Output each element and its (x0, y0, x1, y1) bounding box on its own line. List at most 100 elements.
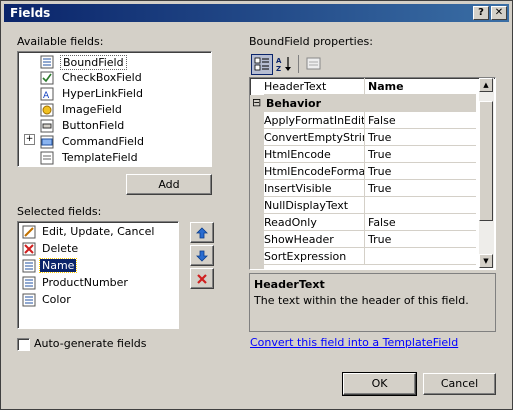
property-value[interactable]: False (368, 114, 396, 127)
property-row[interactable]: HtmlEncodeFormatS True (250, 163, 476, 180)
category-label: Behavior (266, 97, 322, 110)
cancel-button[interactable]: Cancel (423, 373, 496, 395)
grid-divider (364, 231, 365, 248)
selected-field-item[interactable]: Name (20, 258, 170, 274)
selected-field-label: ProductNumber (42, 276, 128, 289)
available-fields-label: Available fields: (17, 35, 104, 48)
property-row[interactable]: ConvertEmptyString True (250, 129, 476, 146)
selected-field-item[interactable]: Edit, Update, Cancel (20, 224, 170, 240)
available-field-label: TemplateField (62, 151, 138, 164)
scroll-up-icon: ▲ (483, 81, 489, 89)
property-value-input[interactable]: Name (368, 80, 404, 93)
available-field-item[interactable]: CheckBoxField (18, 70, 206, 86)
grid-divider (364, 248, 365, 265)
move-down-button[interactable] (190, 245, 214, 266)
property-name: HeaderText (264, 80, 327, 93)
scroll-down-button[interactable]: ▼ (479, 254, 493, 268)
add-button-label: Add (158, 178, 180, 191)
available-field-item[interactable]: + CommandField (18, 134, 206, 150)
property-grid-scrollbar[interactable]: ▲ ▼ (479, 78, 494, 268)
svg-text:A: A (276, 57, 282, 65)
categorized-icon (254, 57, 269, 71)
property-pages-button[interactable] (304, 54, 324, 74)
collapse-icon[interactable]: ⊟ (252, 96, 261, 109)
property-row[interactable]: ShowHeader True (250, 231, 476, 248)
bound-field-icon (40, 55, 54, 69)
scroll-thumb[interactable] (479, 101, 493, 221)
move-up-button[interactable] (190, 222, 214, 243)
property-row[interactable]: ReadOnly False (250, 214, 476, 231)
available-field-label: ImageField (62, 103, 122, 116)
available-field-label: BoundField (60, 55, 127, 70)
ok-button[interactable]: OK (342, 372, 417, 396)
help-icon: ? (478, 7, 484, 18)
arrow-up-icon (196, 227, 208, 239)
delete-field-icon (22, 242, 36, 256)
property-row[interactable]: InsertVisible True (250, 180, 476, 197)
remove-field-button[interactable] (190, 268, 214, 289)
edit-field-icon (22, 225, 36, 239)
property-row[interactable]: ApplyFormatInEditM False (250, 112, 476, 129)
expand-icon[interactable]: + (24, 134, 35, 145)
property-name: SortExpression (264, 250, 347, 263)
property-grid[interactable]: HeaderText Name ⊟ Behavior ApplyFormatIn… (249, 77, 496, 270)
available-field-item[interactable]: TemplateField (18, 150, 206, 166)
convert-to-template-link[interactable]: Convert this field into a TemplateField (250, 336, 458, 349)
property-value[interactable]: True (368, 131, 391, 144)
selected-field-item[interactable]: Delete (20, 241, 170, 257)
property-value[interactable]: True (368, 165, 391, 178)
property-value[interactable]: False (368, 216, 396, 229)
grid-margin (250, 112, 264, 269)
property-pages-icon (306, 57, 321, 70)
add-button[interactable]: Add (126, 174, 212, 195)
bound-field-icon (22, 259, 36, 273)
available-field-item[interactable]: BoundField (18, 54, 206, 70)
available-field-label: CheckBoxField (62, 71, 142, 84)
sort-az-icon: A Z (276, 57, 291, 73)
property-name: InsertVisible (264, 182, 332, 195)
grid-divider (364, 129, 365, 146)
property-row[interactable]: HtmlEncode True (250, 146, 476, 163)
hyperlink-field-icon: A (40, 87, 54, 101)
property-value[interactable]: True (368, 182, 391, 195)
close-icon: ✕ (494, 7, 504, 18)
selected-field-label: Edit, Update, Cancel (42, 225, 155, 238)
property-name: ConvertEmptyString (264, 131, 364, 144)
property-row[interactable]: NullDisplayText (250, 197, 476, 214)
selected-fields-list[interactable]: Edit, Update, Cancel Delete Name ProductNum… (17, 221, 179, 329)
property-name: ShowHeader (264, 233, 334, 246)
delete-x-icon (197, 274, 207, 284)
property-row[interactable]: SortExpression (250, 248, 476, 265)
title-bar[interactable]: Fields ? ✕ (4, 4, 509, 22)
category-behavior[interactable]: ⊟ Behavior (250, 95, 476, 112)
scroll-up-button[interactable]: ▲ (479, 78, 493, 92)
selected-field-label: Delete (42, 242, 79, 255)
description-text: The text within the header of this field… (254, 294, 469, 307)
help-button[interactable]: ? (473, 6, 489, 20)
property-name: NullDisplayText (264, 199, 349, 212)
available-field-item[interactable]: ImageField (18, 102, 206, 118)
selected-field-item[interactable]: Color (20, 292, 170, 308)
available-fields-tree[interactable]: BoundField CheckBoxField A HyperLinkField Im… (17, 51, 212, 167)
property-row-headertext[interactable]: HeaderText Name (250, 78, 476, 95)
property-name: ReadOnly (264, 216, 317, 229)
scroll-down-icon: ▼ (483, 257, 489, 265)
available-field-label: ButtonField (62, 119, 125, 132)
alphabetical-button[interactable]: A Z (274, 54, 294, 74)
available-field-item[interactable]: ButtonField (18, 118, 206, 134)
grid-divider (364, 112, 365, 129)
window-title: Fields (10, 6, 51, 20)
description-title: HeaderText (254, 278, 325, 291)
available-field-item[interactable]: A HyperLinkField (18, 86, 206, 102)
grid-divider (364, 214, 365, 231)
property-value[interactable]: True (368, 148, 391, 161)
property-name: HtmlEncodeFormatS (264, 165, 364, 178)
selected-fields-label: Selected fields: (17, 205, 102, 218)
auto-generate-checkbox[interactable] (17, 338, 30, 351)
description-panel: HeaderText The text within the header of… (249, 273, 496, 332)
categorized-button[interactable] (251, 54, 273, 75)
selected-field-item[interactable]: ProductNumber (20, 275, 170, 291)
property-value[interactable]: True (368, 233, 391, 246)
grid-divider (364, 78, 365, 95)
close-button[interactable]: ✕ (491, 6, 507, 20)
